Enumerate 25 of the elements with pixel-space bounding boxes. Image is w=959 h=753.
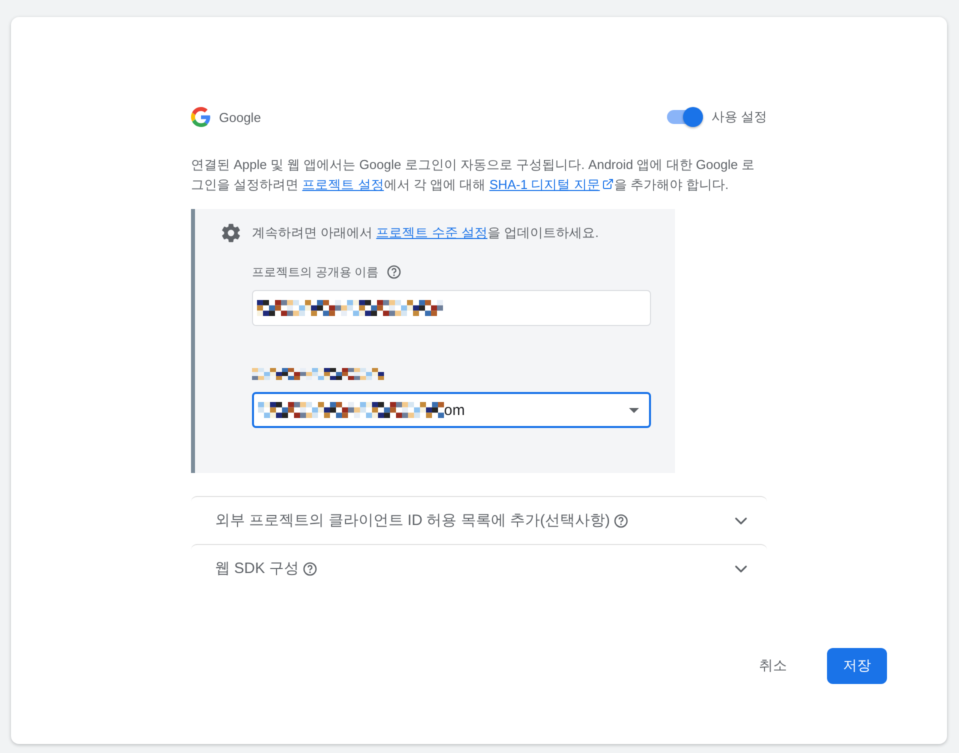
field-label: 프로젝트의 공개용 이름 <box>252 264 379 280</box>
provider-name: Google <box>219 110 261 124</box>
section-title: 웹 SDK 구성 <box>215 559 300 578</box>
switch-label: 사용 설정 <box>711 108 767 126</box>
google-logo-icon <box>191 107 211 127</box>
dropdown-arrow-icon <box>629 408 639 412</box>
settings-icon <box>220 222 242 244</box>
help-icon[interactable] <box>386 265 401 279</box>
help-icon[interactable] <box>303 562 318 576</box>
accordion-header[interactable]: 외부 프로젝트의 클라이언트 ID 허용 목록에 추가(선택사항) <box>191 496 767 544</box>
settings-link[interactable]: 프로젝트 수준 설정 <box>376 225 488 240</box>
save-button[interactable]: 저장 <box>827 648 887 684</box>
external-link-icon <box>602 178 614 190</box>
name-field[interactable] <box>252 290 651 326</box>
docs-link[interactable]: SHA-1 디지털 지문 <box>489 177 614 192</box>
cancel-button[interactable]: 취소 <box>743 648 803 684</box>
settings-link[interactable]: 프로젝트 설정 <box>302 177 384 192</box>
enable-switch[interactable] <box>667 110 704 124</box>
description-text: 연결된 Apple 및 웹 앱에서는 Google 로그인이 자동으로 구성됩니다. Android 앱에 대한 Google 로그인을 설정하려면 프로젝트 설정에서 각 앱에 대해 SHA-1 디지털 지문 을 추가해야 합니다. <box>191 156 756 194</box>
accordion-header[interactable]: 웹 SDK 구성 <box>191 544 767 592</box>
field-value: om <box>444 402 465 418</box>
section-title: 외부 프로젝트의 클라이언트 ID 허용 목록에 추가(선택사항) <box>215 511 610 530</box>
help-icon[interactable] <box>614 514 628 528</box>
email-select[interactable]: om <box>252 392 651 428</box>
notice-text: 계속하려면 아래에서 프로젝트 수준 설정 을 업데이트하세요. <box>252 224 600 242</box>
